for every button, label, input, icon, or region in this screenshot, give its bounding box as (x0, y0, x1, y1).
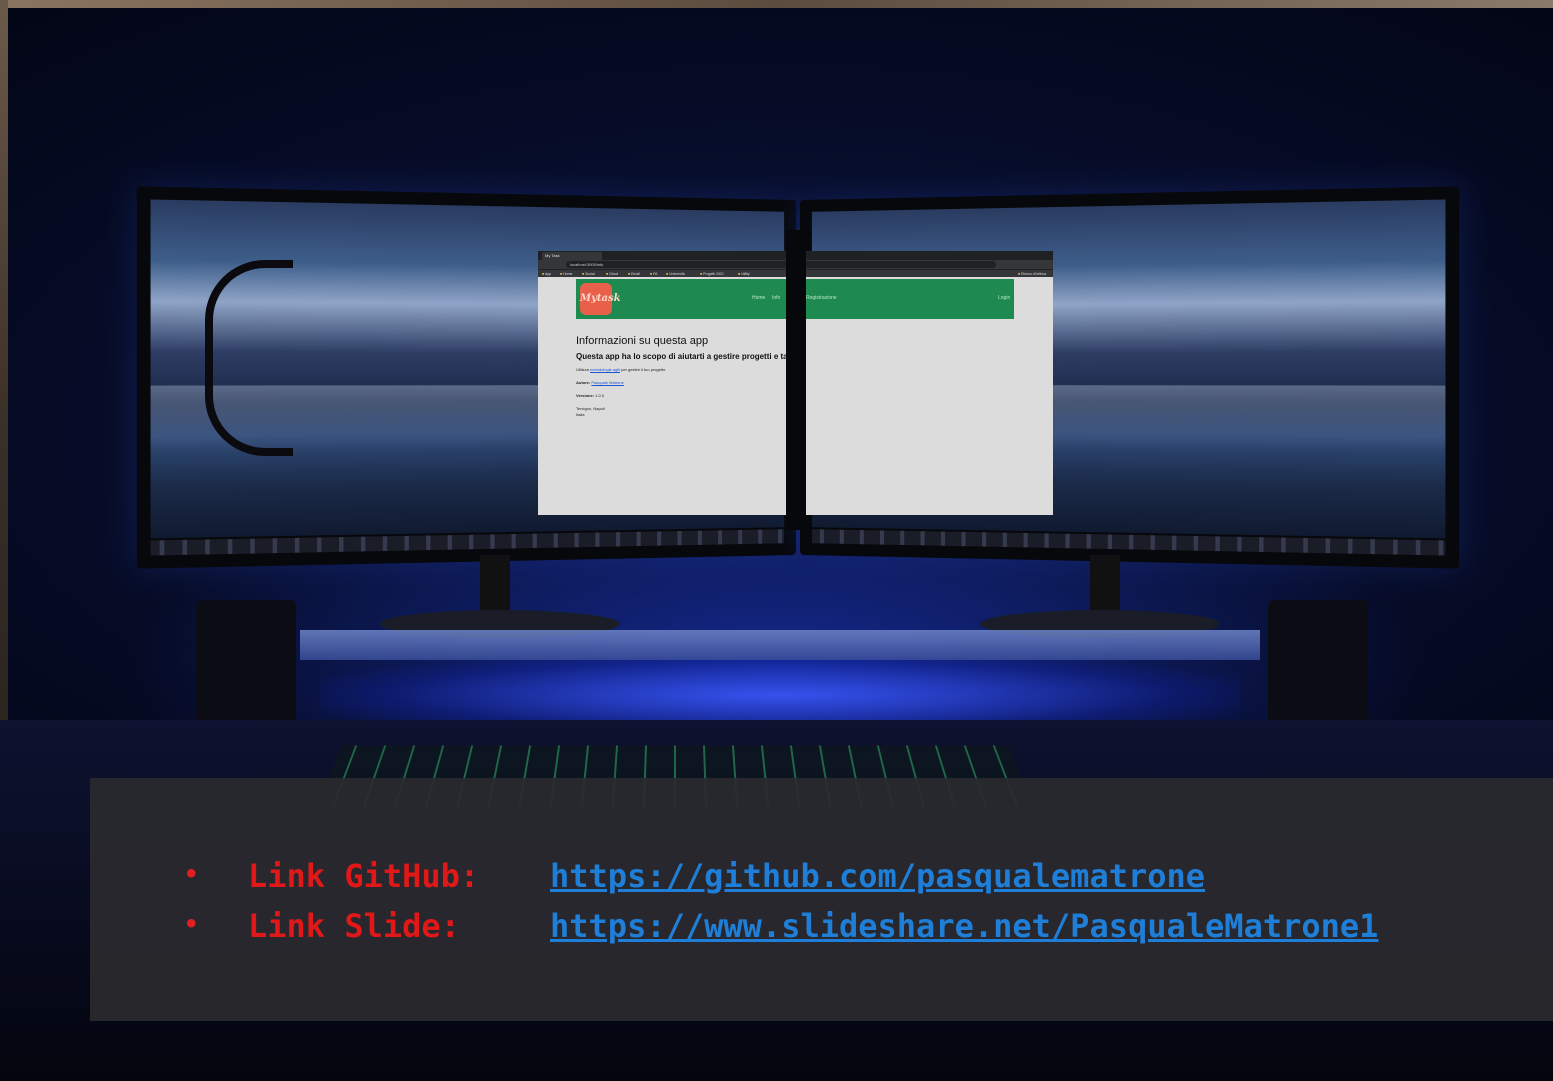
slide-background: My Task localhost:3000/info App Home Soc… (0, 0, 1553, 1081)
monitor-bezel-gap (786, 230, 806, 530)
speaker-right (1268, 600, 1368, 730)
address-line-2: Italia (576, 412, 585, 417)
version-line: Versione: 1.0.0 (576, 393, 604, 398)
slideshare-link[interactable]: https://www.slideshare.net/PasqualeMatro… (550, 907, 1378, 945)
nav-registrazione-link[interactable]: Registrazione (806, 295, 837, 301)
monitor-shelf (300, 630, 1260, 660)
intro-line: Utilizza metodologie agili per gestire i… (576, 367, 665, 372)
headphones-icon (205, 260, 293, 456)
photo-frame-top (0, 0, 1553, 8)
address-bar[interactable]: localhost:3000/info (566, 261, 996, 268)
nav-home-link[interactable]: Home (752, 295, 765, 301)
address-line-1: Terzigno, Napoli (576, 406, 605, 411)
agile-link[interactable]: metodologie agili (590, 367, 620, 372)
site-logo[interactable]: Mytask (580, 283, 621, 315)
intro-suffix: per gestire il tuo progetto (620, 367, 666, 372)
browser-tab[interactable]: My Task (542, 252, 602, 260)
version-value: 1.0.0 (595, 393, 605, 398)
page-subheading: Questa app ha lo scopo di aiutarti a ges… (576, 352, 797, 361)
links-overlay-panel (90, 778, 1553, 1021)
speaker-left (196, 600, 296, 730)
github-link-label: Link GitHub: (248, 857, 480, 895)
page-heading: Informazioni su questa app (576, 335, 709, 347)
nav-info-link[interactable]: Info (772, 295, 780, 301)
github-link[interactable]: https://github.com/pasqualematrone (550, 857, 1205, 895)
slide-link-label: Link Slide: (248, 907, 460, 945)
author-link[interactable]: Pasquale Matrone (591, 380, 623, 385)
nav-login-link[interactable]: Login (998, 295, 1010, 301)
author-label: Autore: (576, 380, 591, 385)
bullet-icon: • (186, 857, 197, 890)
intro-prefix: Utilizza (576, 367, 591, 372)
author-line: Autore: Pasquale Matrone (576, 380, 624, 385)
bullet-icon: • (186, 907, 197, 940)
version-label: Versione: (576, 393, 595, 398)
